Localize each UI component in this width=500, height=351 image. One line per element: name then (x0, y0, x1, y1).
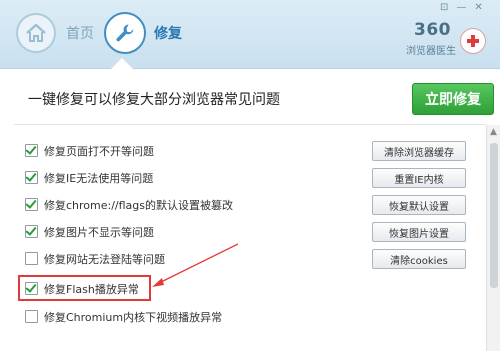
item-label: 修复图片不显示等问题 (44, 226, 154, 239)
item-action-button[interactable]: 清除cookies (372, 249, 466, 269)
item-label: 修复Chromium内核下视频播放异常 (44, 311, 223, 324)
item-checkbox[interactable] (25, 170, 38, 184)
divider (14, 124, 486, 125)
nav-home-label: 首页 (66, 26, 94, 42)
item-checkbox[interactable] (25, 143, 38, 157)
browser-doctor-window: 首页 修复 ⊡ — ✕ 360 浏览器医生 一键修复可以修复大部分浏览器常见问题… (0, 0, 500, 351)
item-checkbox[interactable] (25, 224, 38, 238)
repair-item: 修复网站无法登陆等问题 清除cookies (0, 246, 486, 272)
nav-repair-label: 修复 (154, 26, 182, 42)
item-action-button[interactable]: 清除浏览器缓存 (372, 141, 466, 161)
item-label: 修复网站无法登陆等问题 (44, 253, 165, 266)
item-label: 修复chrome://flags的默认设置被篡改 (44, 199, 234, 212)
check-icon (25, 170, 37, 182)
repair-item: 修复图片不显示等问题 恢复图片设置 (0, 219, 486, 245)
repair-banner: 一键修复可以修复大部分浏览器常见问题 立即修复 (14, 76, 494, 120)
brand-logo: 360 浏览器医生 (396, 6, 496, 62)
annotation-highlight-box (18, 275, 151, 301)
item-label: 修复IE无法使用等问题 (44, 172, 154, 185)
medical-cross-icon (460, 28, 486, 54)
scroll-thumb[interactable] (490, 143, 498, 288)
repair-item: 修复IE无法使用等问题 重置IE内核 (0, 165, 486, 191)
item-label: 修复页面打不开等问题 (44, 145, 154, 158)
nav-home[interactable]: 首页 (16, 13, 94, 53)
banner-title: 一键修复可以修复大部分浏览器常见问题 (28, 92, 280, 108)
item-checkbox[interactable] (25, 252, 38, 265)
wrench-icon (104, 12, 146, 54)
nav-repair[interactable]: 修复 (104, 12, 182, 54)
item-action-button[interactable]: 恢复默认设置 (372, 195, 466, 215)
active-tab-pointer (111, 58, 133, 69)
check-icon (25, 224, 37, 236)
check-icon (25, 143, 37, 155)
brand-number: 360 (414, 20, 451, 40)
item-checkbox[interactable] (25, 197, 38, 211)
header-bar: 首页 修复 ⊡ — ✕ 360 浏览器医生 (0, 0, 500, 69)
brand-name: 浏览器医生 (406, 46, 456, 57)
item-action-button[interactable]: 恢复图片设置 (372, 222, 466, 242)
home-icon (16, 13, 56, 53)
repair-item: 修复Chromium内核下视频播放异常 (0, 304, 486, 330)
repair-item: 修复页面打不开等问题 清除浏览器缓存 (0, 138, 486, 164)
scroll-up-icon[interactable]: ▲ (490, 127, 497, 137)
item-checkbox[interactable] (25, 310, 38, 323)
scrollbar[interactable]: ▲ (486, 125, 500, 351)
item-action-button[interactable]: 重置IE内核 (372, 168, 466, 188)
repair-item-list: 修复页面打不开等问题 清除浏览器缓存 修复IE无法使用等问题 重置IE内核 修复… (0, 128, 486, 351)
check-icon (25, 197, 37, 209)
fix-now-button[interactable]: 立即修复 (412, 83, 494, 115)
repair-item: 修复chrome://flags的默认设置被篡改 恢复默认设置 (0, 192, 486, 218)
